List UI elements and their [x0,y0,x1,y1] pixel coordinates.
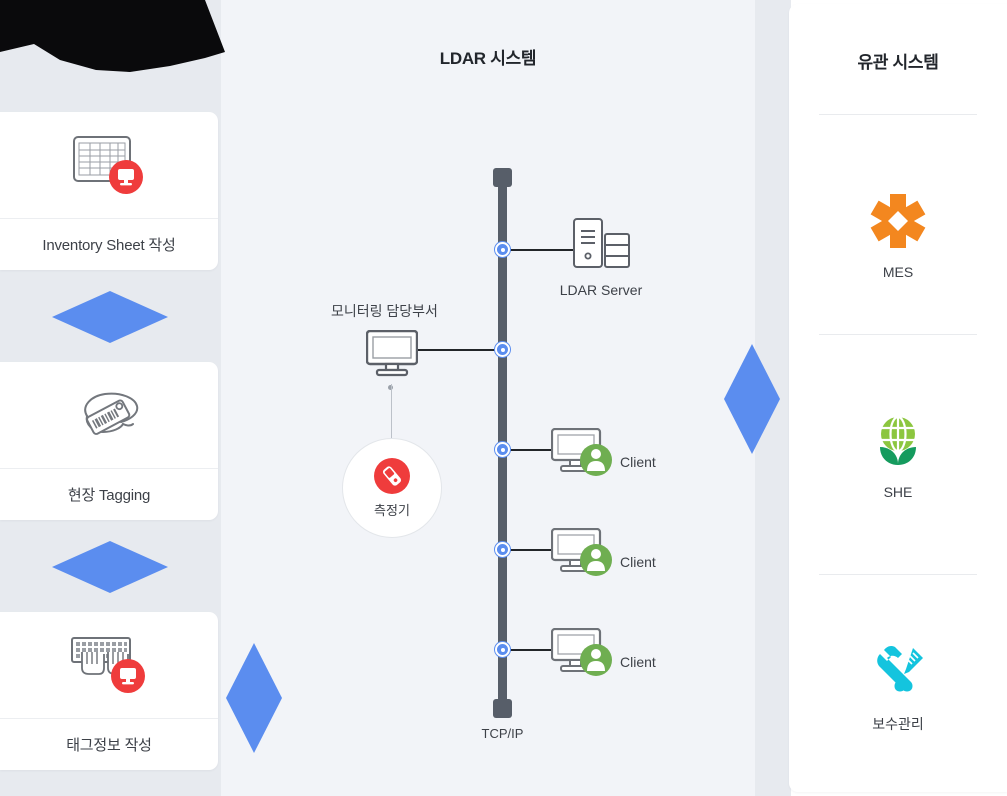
mes-asterisk-icon [869,192,927,250]
related-systems-title: 유관 시스템 [857,53,939,72]
workflow-card-label: 태그정보 작성 [0,718,218,770]
bus-node-client-2[interactable] [495,542,510,557]
workflow-card-label: 현장 Tagging [0,468,218,520]
client-node-2[interactable] [551,528,617,578]
branch-line-client-3 [505,649,553,651]
client-node-3[interactable] [551,628,617,678]
keyboard-typing-monitor-icon [0,612,218,718]
panel-divider [819,574,977,575]
bus-node-client-1[interactable] [495,442,510,457]
related-system-she[interactable]: SHE [789,414,1007,500]
dotted-link-line [391,384,392,446]
handheld-meter-icon [374,457,410,494]
barcode-tag-icon [0,362,218,468]
client-node-1[interactable] [551,428,617,478]
node-label-server: LDAR Server [559,282,643,298]
workflow-card-inventory-sheet[interactable]: Inventory Sheet 작성 [0,112,218,270]
branch-line-client-2 [505,549,553,551]
bus-protocol-label: TCP/IP [481,726,524,741]
center-column-background [221,0,755,796]
branch-line-server [505,249,575,251]
measuring-device-node[interactable]: 측정기 [342,438,442,538]
branch-line-client-1 [505,449,553,451]
workflow-card-label: Inventory Sheet 작성 [0,218,218,270]
related-system-label: SHE [883,484,913,500]
related-system-label: MES [882,264,914,280]
she-globe-leaf-icon [869,414,927,470]
workflow-card-field-tagging[interactable]: 현장 Tagging [0,362,218,520]
branch-line-department [418,349,498,351]
panel-divider [819,334,977,335]
department-workstation-node[interactable] [366,330,418,378]
spreadsheet-monitor-icon [0,112,218,218]
department-title: 모니터링 담당부서 [331,303,438,319]
client-monitor-user-icon [551,428,617,478]
ldar-server-node[interactable] [573,218,631,273]
bus-terminator-bottom [493,699,512,718]
workflow-card-tag-info-entry[interactable]: 태그정보 작성 [0,612,218,770]
center-panel-title: LDAR 시스템 [439,49,537,68]
wrench-screwdriver-icon [869,644,927,700]
diagram-canvas: Inventory Sheet 작성 현장 Tagging 태그정보 작성 LD… [0,0,1007,796]
server-tower-icon [573,218,631,273]
node-label-client-3: Client [620,654,656,670]
desktop-monitor-icon [366,330,418,378]
bus-node-department[interactable] [495,342,510,357]
node-label-client-1: Client [620,454,656,470]
related-systems-panel: 유관 시스템 MES SHE 보수관리 [789,4,1007,792]
bus-node-client-3[interactable] [495,642,510,657]
client-monitor-user-icon [551,628,617,678]
panel-divider [819,114,977,115]
client-monitor-user-icon [551,528,617,578]
measuring-device-label: 측정기 [374,502,410,518]
related-system-maintenance[interactable]: 보수관리 [789,644,1007,734]
related-system-label: 보수관리 [872,716,924,732]
node-label-client-2: Client [620,554,656,570]
related-system-mes[interactable]: MES [789,192,1007,280]
bus-node-server[interactable] [495,242,510,257]
